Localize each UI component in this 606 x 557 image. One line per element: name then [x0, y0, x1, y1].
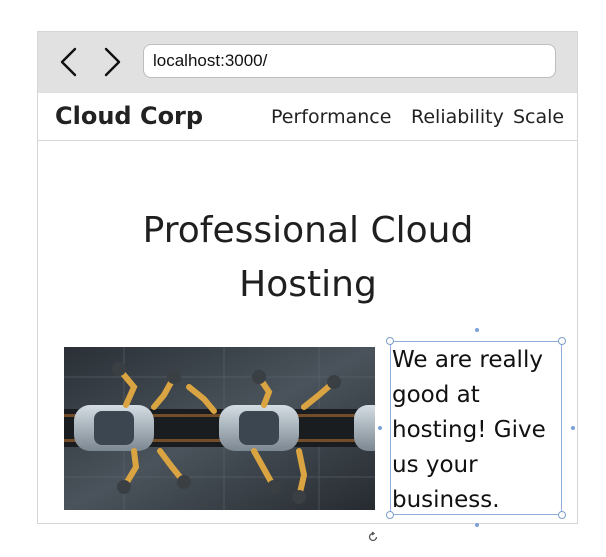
browser-window: localhost:3000/ Cloud Corp Performance R…	[37, 31, 578, 527]
site-header: Cloud Corp Performance Reliability Scale	[38, 93, 577, 141]
forward-button[interactable]	[98, 44, 128, 80]
selected-text-box[interactable]: We are really good at hosting! Give us y…	[390, 341, 562, 515]
address-bar[interactable]: localhost:3000/	[143, 44, 556, 78]
resize-handle-right[interactable]	[571, 426, 575, 430]
brand-logo[interactable]: Cloud Corp	[55, 102, 203, 130]
rotate-handle-icon[interactable]	[367, 528, 379, 542]
nav-link-scale[interactable]: Scale	[513, 106, 564, 128]
resize-handle-bottom[interactable]	[475, 523, 479, 527]
resize-handle-top-right[interactable]	[558, 337, 566, 345]
resize-handle-top[interactable]	[475, 328, 479, 332]
factory-image	[64, 347, 375, 510]
resize-handle-bottom-right[interactable]	[558, 511, 566, 519]
hero-title: Professional Cloud Hosting	[142, 210, 474, 305]
nav-link-reliability[interactable]: Reliability	[411, 106, 504, 128]
hero-copy[interactable]: We are really good at hosting! Give us y…	[392, 343, 560, 518]
resize-handle-left[interactable]	[378, 426, 382, 430]
back-button[interactable]	[55, 44, 85, 80]
chevron-right-icon	[104, 47, 121, 77]
resize-handle-bottom-left[interactable]	[386, 511, 394, 519]
chevron-left-icon	[60, 47, 77, 77]
browser-toolbar: localhost:3000/	[38, 32, 577, 93]
resize-handle-top-left[interactable]	[386, 337, 394, 345]
nav-link-performance[interactable]: Performance	[271, 106, 391, 128]
